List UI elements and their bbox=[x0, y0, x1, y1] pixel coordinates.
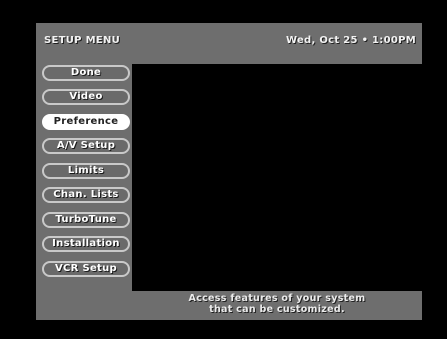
help-text-line-2: that can be customized. bbox=[209, 304, 345, 315]
menu-item-preference[interactable]: Preference bbox=[42, 114, 130, 130]
menu-item-vcr-setup[interactable]: VCR Setup bbox=[42, 261, 130, 277]
menu-item-chan-lists[interactable]: Chan. Lists bbox=[42, 187, 130, 203]
help-text: Access features of your system that can … bbox=[132, 293, 422, 320]
header-bar: SETUP MENU Wed, Oct 25 • 1:00PM bbox=[36, 23, 422, 59]
menu-item-turbotune[interactable]: TurboTune bbox=[42, 212, 130, 228]
help-text-line-1: Access features of your system bbox=[188, 293, 366, 304]
menu-item-av-setup[interactable]: A/V Setup bbox=[42, 138, 130, 154]
date-time: Wed, Oct 25 • 1:00PM bbox=[285, 35, 416, 46]
menu-item-video[interactable]: Video bbox=[42, 89, 130, 105]
menu-item-done[interactable]: Done bbox=[42, 65, 130, 81]
menu-item-limits[interactable]: Limits bbox=[42, 163, 130, 179]
menu-title: SETUP MENU bbox=[44, 35, 121, 46]
setup-menu-screen: SETUP MENU Wed, Oct 25 • 1:00PM Done Vid… bbox=[36, 23, 422, 320]
menu-item-installation[interactable]: Installation bbox=[42, 236, 130, 252]
content-area bbox=[132, 64, 422, 291]
